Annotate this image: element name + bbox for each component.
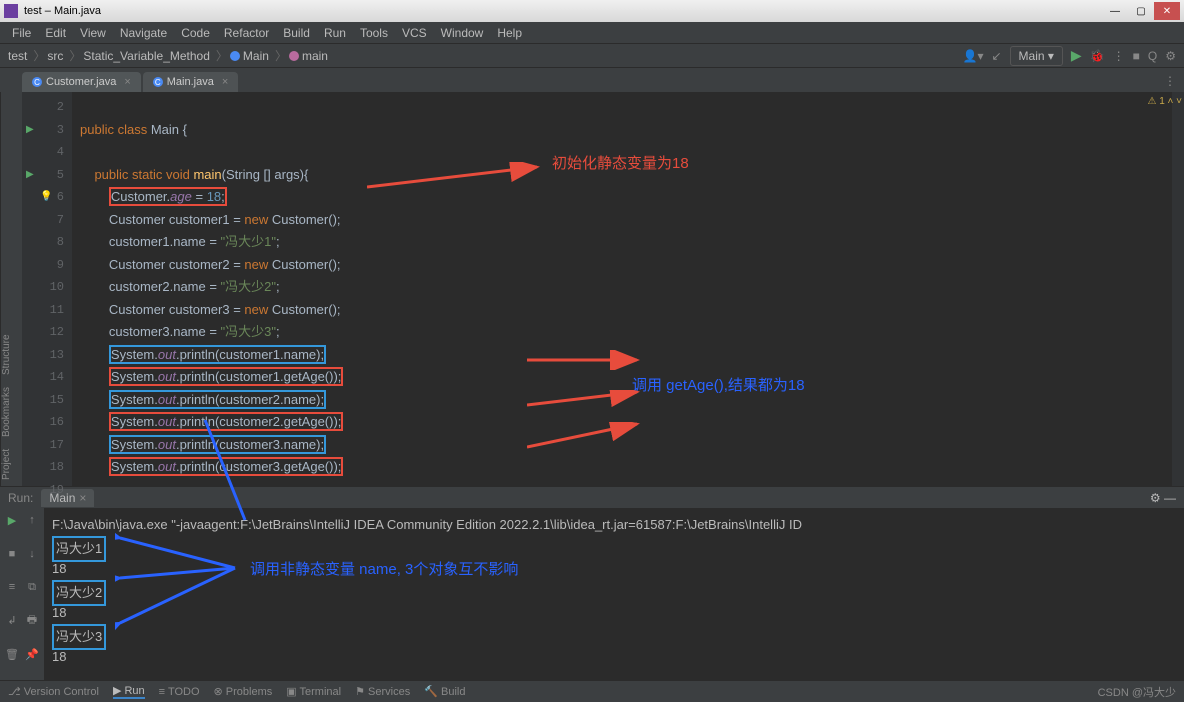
error-stripe[interactable] [1172,92,1184,486]
minimize-button[interactable]: — [1102,2,1128,20]
menu-bar: File Edit View Navigate Code Refactor Bu… [0,22,1184,44]
run-gutter-icon[interactable]: ▶ [26,119,34,142]
java-class-icon: C [153,77,163,87]
tab-customer[interactable]: CCustomer.java× [22,72,141,92]
bottom-services[interactable]: ⚑ Services [355,685,410,698]
menu-refactor[interactable]: Refactor [218,24,275,42]
gear-icon[interactable]: ⚙ — [1150,491,1176,505]
warning-badge[interactable]: ⚠ 1 ˄ ˅ [1147,96,1182,107]
chevron-right-icon: 〉 [275,47,287,64]
bottom-build[interactable]: 🔨 Build [424,685,465,698]
code-area[interactable]: ⚠ 1 ˄ ˅ public class Main { public stati… [72,92,1184,486]
maximize-button[interactable]: ▢ [1128,2,1154,20]
menu-tools[interactable]: Tools [354,24,394,42]
bottom-problems[interactable]: ⊗ Problems [214,685,273,698]
print-icon[interactable]: 🖶 [24,613,40,629]
editor-tabs: CCustomer.java× CMain.java× ⋮ [0,68,1184,92]
build-icon[interactable]: ↙ [991,49,1001,63]
chevron-right-icon: 〉 [69,47,81,64]
run-gutter-icon[interactable]: ▶ [26,164,34,187]
window-title: test – Main.java [24,5,101,17]
breadcrumb[interactable]: Main [243,49,269,63]
menu-help[interactable]: Help [491,24,528,42]
menu-navigate[interactable]: Navigate [114,24,173,42]
close-icon[interactable]: × [222,76,228,88]
menu-view[interactable]: View [74,24,112,42]
breadcrumb[interactable]: test [8,49,27,63]
console-line: 18 [52,602,1176,624]
settings-icon[interactable]: ⚙ [1165,49,1176,63]
stop-icon[interactable]: ■ [4,546,20,562]
menu-code[interactable]: Code [175,24,216,42]
window-titlebar: test – Main.java — ▢ ✕ [0,0,1184,22]
trash-icon[interactable]: 🗑 [4,646,20,662]
close-button[interactable]: ✕ [1154,2,1180,20]
bottom-run[interactable]: ▶ Run [113,684,145,699]
run-button[interactable]: ▶ [1071,47,1082,64]
java-class-icon: C [32,77,42,87]
debug-button[interactable]: 🐞 [1090,49,1105,63]
close-icon[interactable]: × [79,491,86,505]
app-icon [4,4,18,18]
left-tool-strip: Project Bookmarks Structure [0,92,22,486]
up-icon[interactable]: ↑ [24,512,40,528]
bottom-toolbar: ⎇ Version Control ▶ Run ≡ TODO ⊗ Problem… [0,680,1184,702]
project-tool[interactable]: Project [1,449,22,480]
console-line: 18 [52,558,1176,580]
menu-build[interactable]: Build [277,24,316,42]
stop-button[interactable]: ■ [1133,49,1140,63]
more-actions-icon[interactable]: ⋮ [1113,49,1125,63]
watermark: CSDN @冯大少 [1098,684,1176,700]
rerun-icon[interactable]: ▶ [4,512,20,528]
user-add-icon[interactable]: 👤▾ [963,49,984,63]
run-config-selector[interactable]: Main ▾ [1010,46,1063,66]
down-icon[interactable]: ↓ [24,546,40,562]
breadcrumb[interactable]: src [47,49,63,63]
menu-vcs[interactable]: VCS [396,24,433,42]
close-icon[interactable]: × [124,76,130,88]
bookmarks-tool[interactable]: Bookmarks [1,387,22,437]
console-toolbar: ▶ ↑ ■ ↓ ≡ ⧉ ↲ 🖶 🗑 📌 [0,508,44,680]
gutter[interactable]: 2 ▶3 4 ▶5 💡6 78910 11121314 1516171819 [22,92,72,486]
run-toolwindow-bar: Run: Main× ⚙ — [0,486,1184,508]
method-icon [289,51,299,61]
filter-icon[interactable]: ≡ [4,579,20,595]
breadcrumb[interactable]: main [302,49,328,63]
layout-icon[interactable]: ⧉ [24,579,40,595]
console: ▶ ↑ ■ ↓ ≡ ⧉ ↲ 🖶 🗑 📌 F:\Java\bin\java.exe… [0,508,1184,680]
tab-main[interactable]: CMain.java× [143,72,239,92]
nav-toolbar: test〉 src〉 Static_Variable_Method〉 Main〉… [0,44,1184,68]
bottom-version-control[interactable]: ⎇ Version Control [8,685,99,698]
console-output[interactable]: F:\Java\bin\java.exe "-javaagent:F:\JetB… [44,508,1184,680]
soft-wrap-icon[interactable]: ↲ [4,613,20,629]
console-line: F:\Java\bin\java.exe "-javaagent:F:\JetB… [52,514,1176,536]
chevron-right-icon: 〉 [33,47,45,64]
menu-file[interactable]: File [6,24,37,42]
bottom-terminal[interactable]: ▣ Terminal [286,685,341,698]
breadcrumb[interactable]: Static_Variable_Method [83,49,210,63]
console-line: 18 [52,646,1176,668]
structure-tool[interactable]: Structure [1,334,22,375]
menu-run[interactable]: Run [318,24,352,42]
hint-icon[interactable]: 💡 [40,186,52,209]
tab-more-icon[interactable]: ⋮ [1156,70,1184,92]
class-icon [230,51,240,61]
editor: Project Bookmarks Structure 2 ▶3 4 ▶5 💡6… [0,92,1184,486]
chevron-right-icon: 〉 [216,47,228,64]
menu-edit[interactable]: Edit [39,24,72,42]
search-icon[interactable]: Q [1148,49,1157,63]
pin-icon[interactable]: 📌 [24,646,40,662]
menu-window[interactable]: Window [435,24,490,42]
